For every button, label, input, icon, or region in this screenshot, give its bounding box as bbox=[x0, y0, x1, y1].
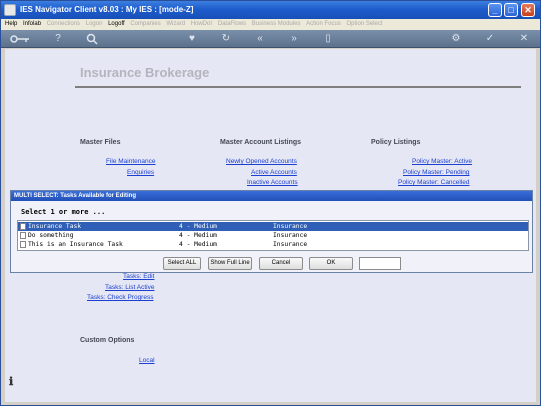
select-all-button[interactable]: Select ALL bbox=[163, 257, 201, 270]
menu-action-focus[interactable]: Action Focus bbox=[306, 21, 341, 27]
row-checkbox[interactable] bbox=[20, 232, 26, 239]
menu-dataflows[interactable]: DataFlows bbox=[218, 21, 246, 27]
link-tasks-list-active[interactable]: Tasks: List Active bbox=[105, 284, 155, 291]
task-priority: 4 - Medium bbox=[179, 241, 217, 248]
menu-option-select[interactable]: Option Select bbox=[346, 21, 382, 27]
cancel-button[interactable]: Cancel bbox=[259, 257, 303, 270]
task-row[interactable]: Insurance Task 4 - Medium Insurance bbox=[18, 222, 528, 231]
ok-button[interactable]: OK bbox=[309, 257, 353, 270]
task-row[interactable]: This is an Insurance Task 4 - Medium Ins… bbox=[18, 240, 528, 249]
link-enquiries[interactable]: Enquiries bbox=[127, 169, 154, 176]
menu-wizard[interactable]: Wizard bbox=[166, 21, 185, 27]
task-priority: 4 - Medium bbox=[179, 223, 217, 230]
link-policy-master-active[interactable]: Policy Master: Active bbox=[412, 158, 472, 165]
dialog-prompt: Select 1 or more ... bbox=[21, 208, 106, 216]
row-checkbox[interactable] bbox=[20, 223, 26, 230]
menu-howdoi[interactable]: HowDoI bbox=[191, 21, 212, 27]
link-active-accounts[interactable]: Active Accounts bbox=[251, 169, 297, 176]
link-newly-opened-accounts[interactable]: Newly Opened Accounts bbox=[226, 158, 297, 165]
link-inactive-accounts[interactable]: Inactive Accounts bbox=[247, 179, 298, 186]
link-policy-master-cancelled[interactable]: Policy Master: Cancelled bbox=[398, 179, 470, 186]
master-files-title: Master Files bbox=[80, 139, 121, 146]
key-icon[interactable] bbox=[9, 32, 31, 46]
menu-logon[interactable]: Logon bbox=[86, 21, 103, 27]
dialog-title: MULTI SELECT: Tasks Available for Editin… bbox=[11, 191, 532, 201]
menu-logoff[interactable]: Logoff bbox=[108, 21, 125, 27]
task-category: Insurance bbox=[273, 232, 308, 239]
window-title: IES Navigator Client v8.03 : My IES : [m… bbox=[20, 5, 194, 14]
menu-business-modules[interactable]: Business Modules bbox=[252, 21, 301, 27]
divider bbox=[75, 86, 521, 88]
heart-icon[interactable]: ♥ bbox=[185, 32, 199, 46]
page-title: Insurance Brokerage bbox=[80, 65, 210, 80]
title-bar[interactable]: IES Navigator Client v8.03 : My IES : [m… bbox=[1, 1, 540, 19]
back-icon[interactable]: « bbox=[253, 32, 267, 46]
toolbar: ? ♥ ↻ « » ▯ ⚙ ✓ ✕ bbox=[1, 30, 540, 48]
refresh-icon[interactable]: ↻ bbox=[219, 32, 233, 46]
task-row[interactable]: Do something 4 - Medium Insurance bbox=[18, 231, 528, 240]
show-full-line-button[interactable]: Show Full Line bbox=[208, 257, 252, 270]
close-button[interactable]: ✕ bbox=[521, 3, 535, 17]
close-icon[interactable]: ✕ bbox=[517, 32, 531, 46]
task-category: Insurance bbox=[273, 241, 308, 248]
menu-help[interactable]: Help bbox=[5, 21, 17, 27]
link-local[interactable]: Local bbox=[139, 357, 155, 364]
task-category: Insurance bbox=[273, 223, 308, 230]
menu-companies[interactable]: Companies bbox=[130, 21, 160, 27]
maximize-button[interactable]: □ bbox=[504, 3, 518, 17]
task-name: Insurance Task bbox=[28, 223, 82, 230]
policy-listings-title: Policy Listings bbox=[371, 139, 421, 146]
search-icon[interactable] bbox=[85, 32, 99, 46]
help-icon[interactable]: ? bbox=[51, 32, 65, 46]
row-checkbox[interactable] bbox=[20, 241, 26, 248]
task-name: This is an Insurance Task bbox=[28, 241, 123, 248]
dialog-input[interactable] bbox=[359, 257, 401, 270]
multi-select-dialog: MULTI SELECT: Tasks Available for Editin… bbox=[10, 190, 533, 273]
status-icon: ℹ bbox=[9, 376, 14, 388]
link-file-maintenance[interactable]: File Maintenance bbox=[106, 158, 156, 165]
minimize-button[interactable]: _ bbox=[488, 3, 502, 17]
forward-icon[interactable]: » bbox=[287, 32, 301, 46]
task-list[interactable]: Insurance Task 4 - Medium Insurance Do s… bbox=[17, 220, 529, 251]
task-name: Do something bbox=[28, 232, 74, 239]
link-tasks-check-progress[interactable]: Tasks: Check Progress bbox=[87, 294, 153, 301]
master-account-listings-title: Master Account Listings bbox=[220, 139, 302, 146]
check-icon[interactable]: ✓ bbox=[483, 32, 497, 46]
clipboard-icon[interactable]: ▯ bbox=[321, 32, 335, 46]
task-priority: 4 - Medium bbox=[179, 232, 217, 239]
menu-infolab[interactable]: Infolab bbox=[23, 21, 41, 27]
app-icon bbox=[4, 4, 16, 16]
settings-icon[interactable]: ⚙ bbox=[449, 32, 463, 46]
menu-connections[interactable]: Connections bbox=[47, 21, 80, 27]
link-policy-master-pending[interactable]: Policy Master: Pending bbox=[403, 169, 469, 176]
link-tasks-edit[interactable]: Tasks: Edit bbox=[123, 273, 154, 280]
menu-bar: Help Infolab Connections Logon Logoff Co… bbox=[1, 19, 540, 30]
custom-options-title: Custom Options bbox=[80, 337, 135, 344]
